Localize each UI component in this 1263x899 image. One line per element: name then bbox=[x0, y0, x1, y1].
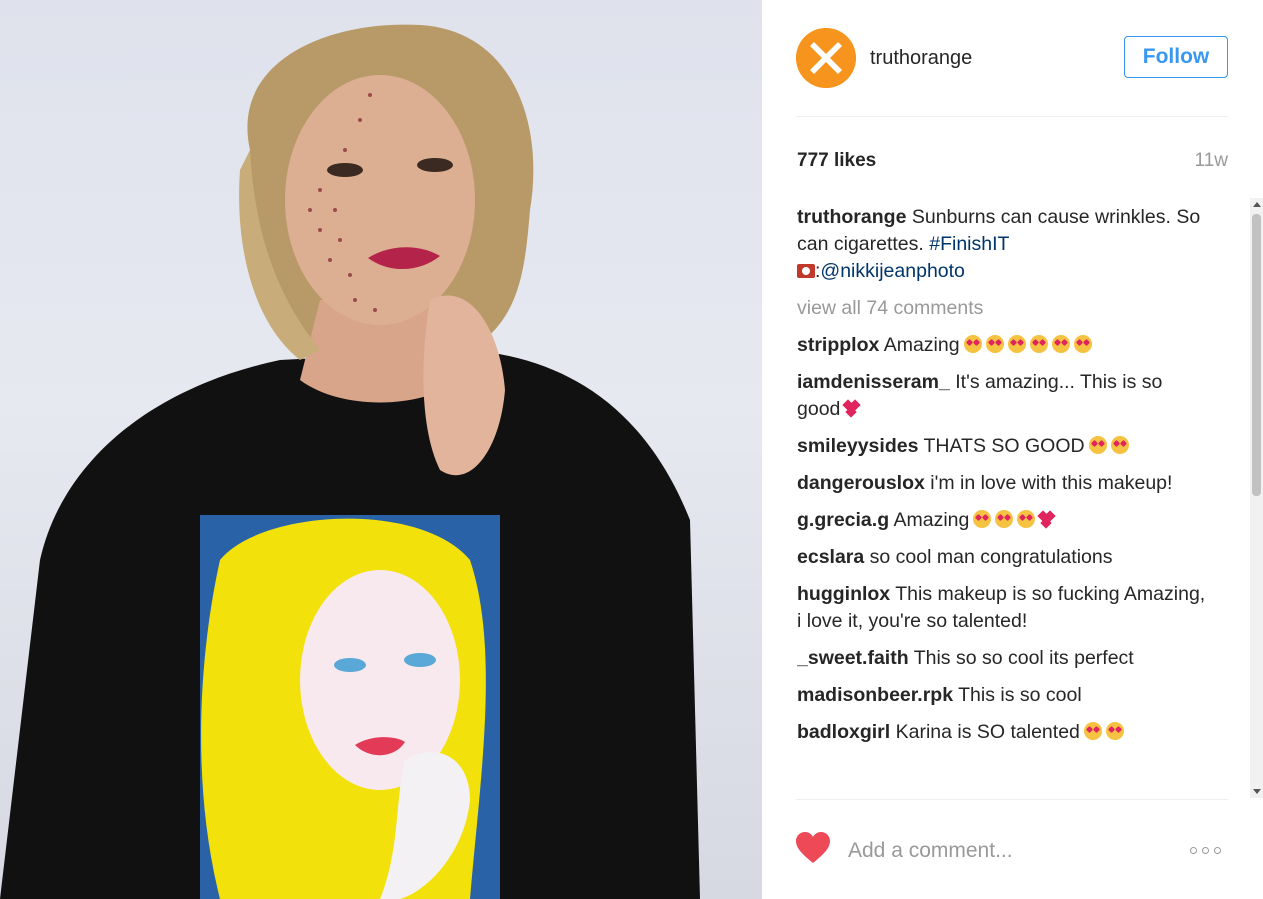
comment-text: THATS SO GOOD bbox=[923, 435, 1085, 457]
comment-text: Karina is SO talented bbox=[895, 721, 1080, 743]
comment-text: i'm in love with this makeup! bbox=[930, 472, 1173, 494]
add-comment-input[interactable] bbox=[848, 836, 1178, 866]
follow-button[interactable]: Follow bbox=[1124, 36, 1228, 78]
dot-icon bbox=[1190, 846, 1197, 854]
comment: ecslara so cool man congratulations bbox=[797, 544, 1209, 571]
comment: madisonbeer.rpk This is so cool bbox=[797, 682, 1209, 709]
comment-username[interactable]: stripplox bbox=[797, 334, 879, 356]
post-photo[interactable] bbox=[0, 0, 762, 899]
heart-icon bbox=[796, 832, 830, 863]
comment-username[interactable]: g.grecia.g bbox=[797, 509, 889, 531]
post-header: truthorange Follow bbox=[796, 28, 1228, 88]
comment-text: so cool man congratulations bbox=[869, 546, 1113, 568]
comment: _sweet.faith This so so cool its perfect bbox=[797, 645, 1209, 672]
instagram-post-view: truthorange Follow 777 likes 11w truthor… bbox=[0, 0, 1263, 899]
post-username[interactable]: truthorange bbox=[870, 47, 972, 70]
post-age[interactable]: 11w bbox=[1195, 150, 1228, 172]
more-options-button[interactable] bbox=[1190, 840, 1230, 860]
scrollbar-thumb[interactable] bbox=[1252, 214, 1261, 496]
comment: hugginlox This makeup is so fucking Amaz… bbox=[797, 581, 1209, 635]
dot-icon bbox=[1214, 846, 1221, 854]
comment-text: This is so cool bbox=[958, 684, 1082, 706]
comment: g.grecia.g Amazing bbox=[797, 507, 1209, 534]
comment: badloxgirl Karina is SO talented bbox=[797, 719, 1209, 746]
scroll-up-arrow-icon[interactable] bbox=[1253, 202, 1261, 207]
view-all-comments-link[interactable]: view all 74 comments bbox=[797, 295, 1209, 322]
comment-text: Amazing bbox=[893, 509, 970, 531]
dot-icon bbox=[1202, 846, 1209, 854]
caption: truthorange Sunburns can cause wrinkles.… bbox=[797, 204, 1209, 285]
comment-username[interactable]: smileyysides bbox=[797, 435, 918, 457]
scroll-down-arrow-icon[interactable] bbox=[1253, 789, 1261, 794]
comment-username[interactable]: dangerouslox bbox=[797, 472, 925, 494]
heart-eyes-emoji-icon bbox=[969, 509, 1036, 531]
hearts-emoji-icon bbox=[842, 399, 862, 418]
comment-text: Amazing bbox=[883, 334, 960, 356]
comment-username[interactable]: madisonbeer.rpk bbox=[797, 684, 953, 706]
truthorange-logo-icon bbox=[796, 28, 856, 88]
camera-icon bbox=[797, 264, 815, 278]
comment-username[interactable]: _sweet.faith bbox=[797, 647, 909, 669]
comment: stripplox Amazing bbox=[797, 332, 1209, 359]
comment-username[interactable]: hugginlox bbox=[797, 583, 890, 605]
comments-scrollbar[interactable] bbox=[1250, 198, 1263, 798]
caption-username[interactable]: truthorange bbox=[797, 206, 906, 228]
header-divider bbox=[796, 116, 1228, 117]
caption-hashtag[interactable]: #FinishIT bbox=[929, 233, 1009, 255]
heart-eyes-emoji-icon bbox=[1080, 721, 1124, 743]
post-side-panel: truthorange Follow 777 likes 11w truthor… bbox=[762, 0, 1263, 899]
comment-text: This so so cool its perfect bbox=[913, 647, 1134, 669]
post-image bbox=[0, 24, 700, 899]
likes-count[interactable]: 777 likes bbox=[797, 150, 876, 172]
comment-username[interactable]: ecslara bbox=[797, 546, 864, 568]
comment-username[interactable]: iamdenisseram_ bbox=[797, 371, 950, 393]
hearts-emoji-icon bbox=[1037, 510, 1057, 529]
avatar[interactable] bbox=[796, 28, 856, 88]
heart-eyes-emoji-icon bbox=[960, 334, 1092, 356]
comments-list: truthorange Sunburns can cause wrinkles.… bbox=[797, 204, 1209, 798]
comment: smileyysides THATS SO GOOD bbox=[797, 433, 1209, 460]
footer-divider bbox=[796, 799, 1228, 800]
like-button[interactable] bbox=[796, 832, 830, 864]
heart-eyes-emoji-icon bbox=[1085, 435, 1129, 457]
photo-credit[interactable]: @nikkijeanphoto bbox=[820, 260, 964, 282]
comment-username[interactable]: badloxgirl bbox=[797, 721, 890, 743]
comment: dangerouslox i'm in love with this makeu… bbox=[797, 470, 1209, 497]
comment: iamdenisseram_ It's amazing... This is s… bbox=[797, 369, 1209, 423]
